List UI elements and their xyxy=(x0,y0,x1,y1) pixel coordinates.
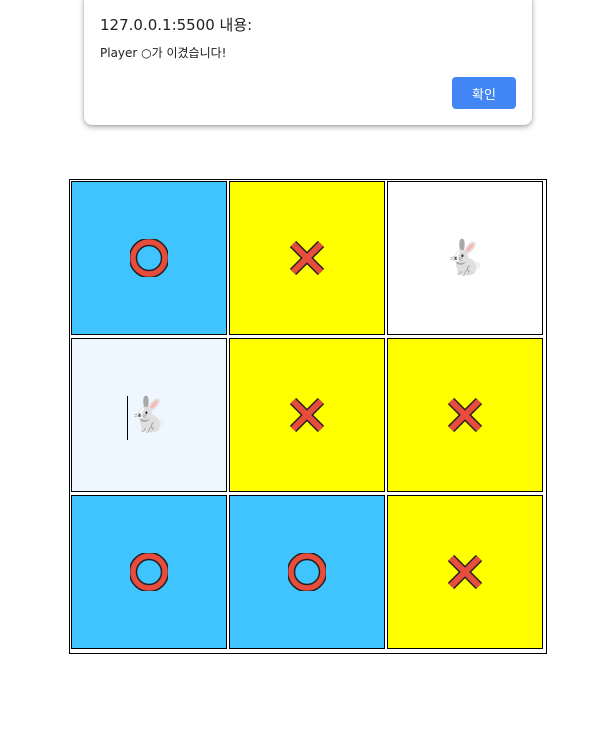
board-cell-6[interactable] xyxy=(71,495,227,649)
cross-mark-icon xyxy=(289,397,325,433)
text-cursor xyxy=(127,396,128,440)
cross-mark-icon xyxy=(447,397,483,433)
board-cell-7[interactable] xyxy=(229,495,385,649)
board-cell-1[interactable] xyxy=(229,181,385,335)
cross-mark-icon xyxy=(447,554,483,590)
alert-ok-button[interactable]: 확인 xyxy=(452,77,516,109)
board-cell-0[interactable] xyxy=(71,181,227,335)
board-cell-8[interactable] xyxy=(387,495,543,649)
tic-tac-toe-board: 🐇 🐇 xyxy=(69,179,547,654)
rabbit-icon: 🐇 xyxy=(443,238,487,278)
circle-mark-icon xyxy=(288,553,326,591)
board-cell-4[interactable] xyxy=(229,338,385,492)
circle-mark-icon xyxy=(130,239,168,277)
rabbit-icon: 🐇 xyxy=(127,395,171,435)
cross-mark-icon xyxy=(289,240,325,276)
board-cell-5[interactable] xyxy=(387,338,543,492)
alert-message: Player ○가 이겼습니다! xyxy=(100,46,227,60)
circle-mark-icon xyxy=(130,553,168,591)
board-cell-3[interactable]: 🐇 xyxy=(71,338,227,492)
alert-dialog: 127.0.0.1:5500 내용: Player ○가 이겼습니다! 확인 xyxy=(84,0,532,125)
board-cell-2[interactable]: 🐇 xyxy=(387,181,543,335)
alert-origin: 127.0.0.1:5500 내용: xyxy=(100,16,253,34)
